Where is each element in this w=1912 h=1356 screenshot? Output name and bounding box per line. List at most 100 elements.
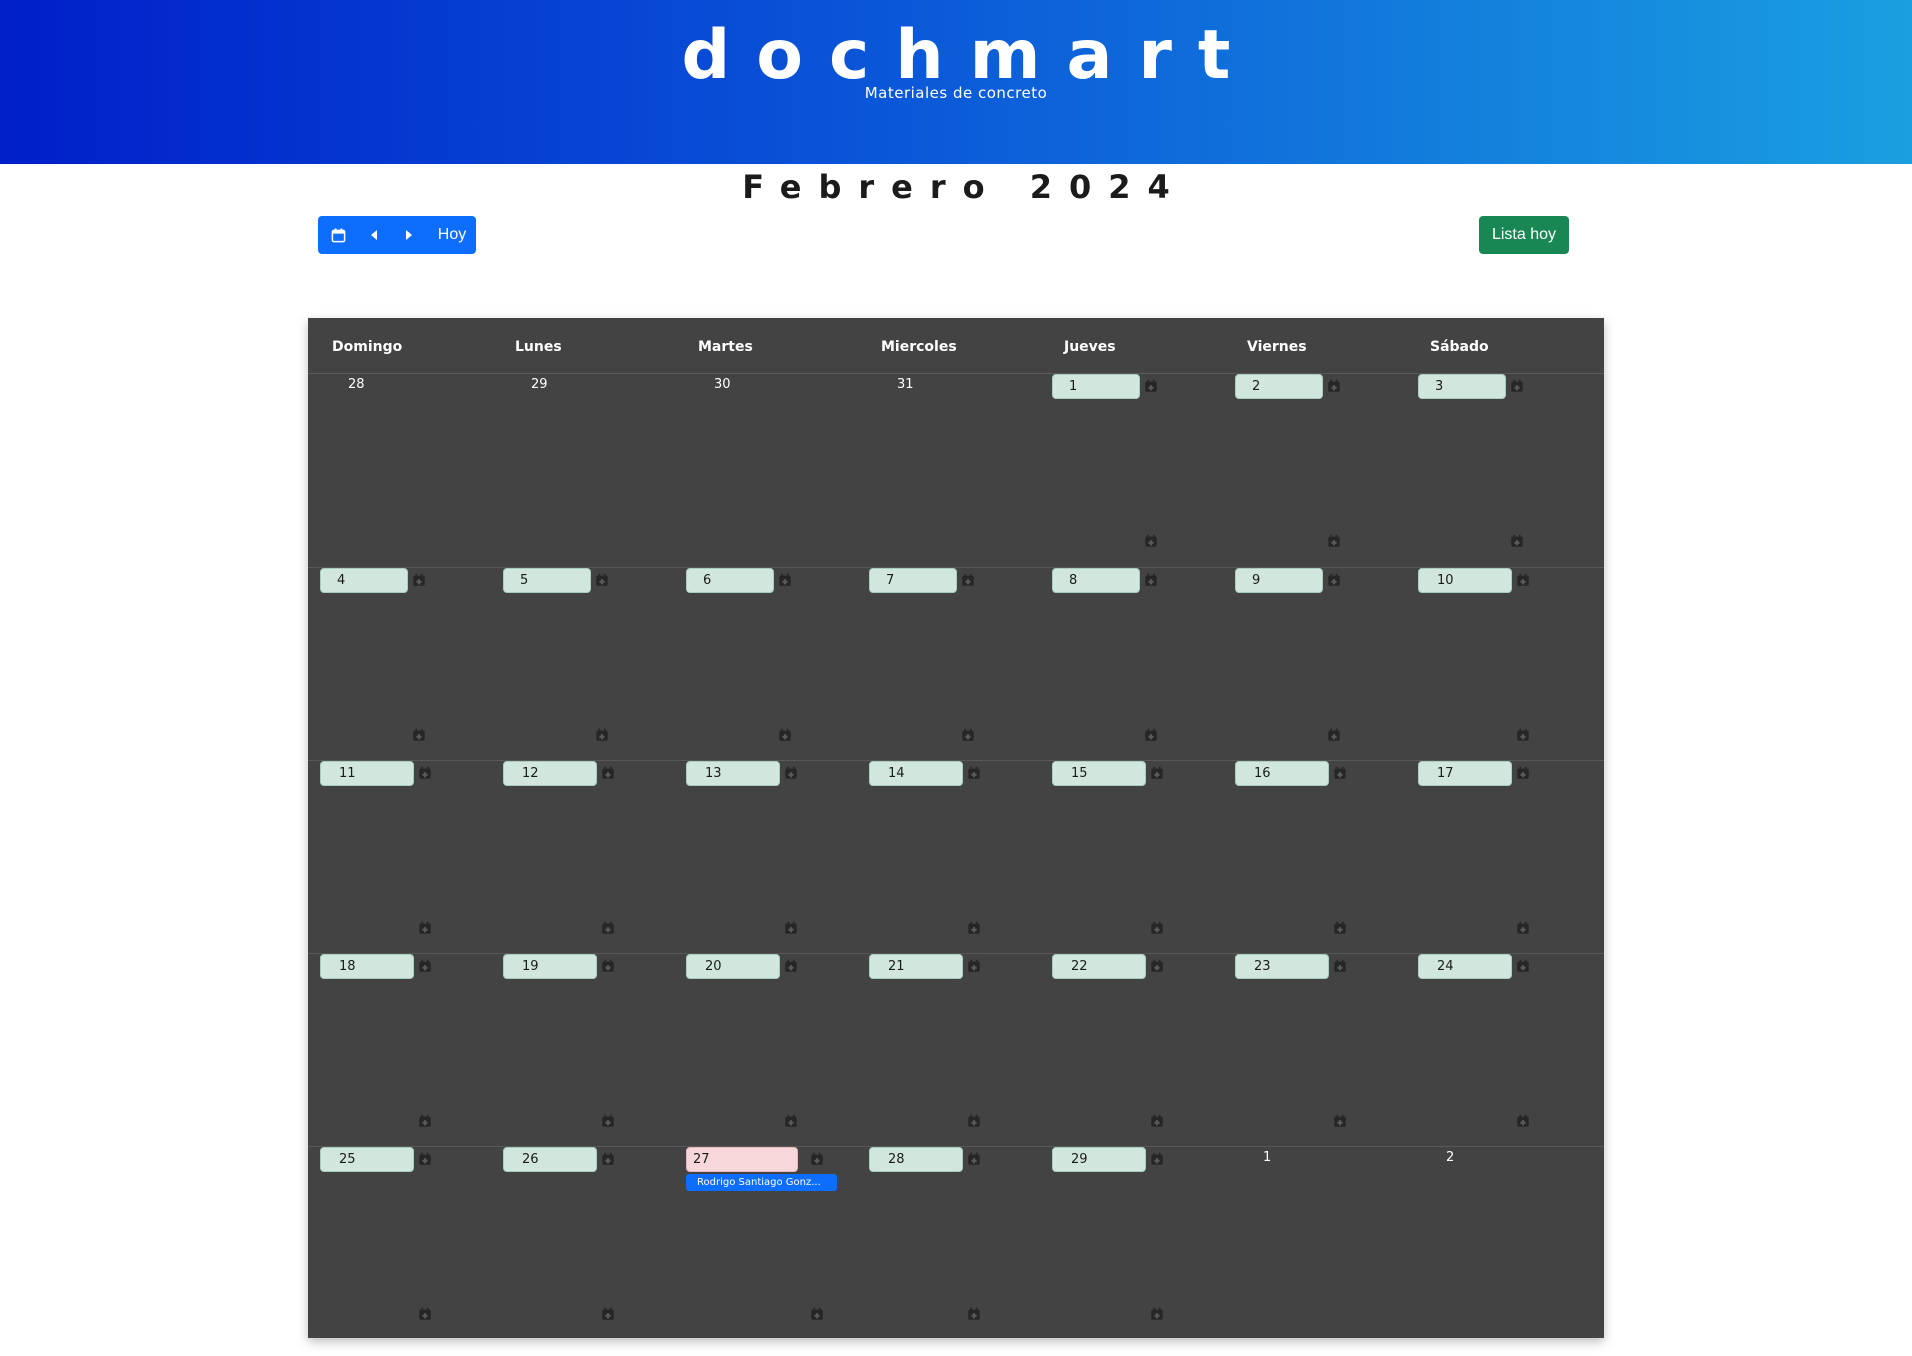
add-event-icon[interactable] [810,1152,824,1166]
day-number[interactable]: 17 [1418,761,1512,786]
day-number[interactable]: 6 [686,568,774,593]
day-number[interactable]: 26 [503,1147,597,1172]
day-number[interactable]: 29 [1052,1147,1146,1172]
add-event-icon[interactable] [1327,379,1341,393]
add-event-icon[interactable] [967,1114,981,1128]
day-cell[interactable]: 21 [857,954,1040,1147]
add-event-icon[interactable] [1510,534,1524,548]
day-cell[interactable]: 3 [1406,374,1589,567]
add-event-icon[interactable] [1150,921,1164,935]
add-event-icon[interactable] [810,1307,824,1321]
day-number[interactable]: 19 [503,954,597,979]
day-cell[interactable]: 24 [1406,954,1589,1147]
day-cell[interactable]: 13 [674,761,857,954]
day-number[interactable]: 15 [1052,761,1146,786]
day-number[interactable]: 25 [320,1147,414,1172]
add-event-icon[interactable] [1327,728,1341,742]
day-number[interactable]: 23 [1235,954,1329,979]
add-event-icon[interactable] [418,766,432,780]
add-event-icon[interactable] [418,1307,432,1321]
add-event-icon[interactable] [967,921,981,935]
day-number[interactable]: 3 [1418,374,1506,399]
lista-hoy-button[interactable]: Lista hoy [1479,216,1569,254]
add-event-icon[interactable] [1516,728,1530,742]
add-event-icon[interactable] [1144,534,1158,548]
day-cell[interactable]: 8 [1040,568,1223,761]
add-event-icon[interactable] [1150,1114,1164,1128]
add-event-icon[interactable] [601,766,615,780]
add-event-icon[interactable] [1516,573,1530,587]
add-event-icon[interactable] [1144,728,1158,742]
add-event-icon[interactable] [1144,379,1158,393]
day-number[interactable]: 9 [1235,568,1323,593]
add-event-icon[interactable] [778,728,792,742]
add-event-icon[interactable] [1144,573,1158,587]
add-event-icon[interactable] [784,921,798,935]
day-cell[interactable]: 16 [1223,761,1406,954]
day-cell[interactable]: 10 [1406,568,1589,761]
day-cell[interactable]: 1 [1223,1147,1406,1340]
add-event-icon[interactable] [601,959,615,973]
day-cell[interactable]: 14 [857,761,1040,954]
add-event-icon[interactable] [595,728,609,742]
add-event-icon[interactable] [778,573,792,587]
day-number[interactable]: 12 [503,761,597,786]
day-cell[interactable]: 28 [857,1147,1040,1340]
day-number[interactable]: 21 [869,954,963,979]
day-number[interactable]: 11 [320,761,414,786]
add-event-icon[interactable] [1150,1152,1164,1166]
day-cell[interactable]: 29 [1040,1147,1223,1340]
day-number[interactable]: 4 [320,568,408,593]
day-cell[interactable]: 19 [491,954,674,1147]
add-event-icon[interactable] [1516,766,1530,780]
add-event-icon[interactable] [1150,766,1164,780]
day-cell[interactable]: 30 [674,374,857,567]
day-cell[interactable]: 29 [491,374,674,567]
day-number[interactable]: 10 [1418,568,1512,593]
day-number[interactable]: 1 [1052,374,1140,399]
day-cell[interactable]: 6 [674,568,857,761]
day-number[interactable]: 14 [869,761,963,786]
add-event-icon[interactable] [601,1307,615,1321]
day-cell[interactable]: 5 [491,568,674,761]
day-number[interactable]: 7 [869,568,957,593]
day-number[interactable]: 24 [1418,954,1512,979]
today-day-number[interactable]: 27 [686,1147,798,1172]
add-event-icon[interactable] [961,573,975,587]
day-cell[interactable]: 17 [1406,761,1589,954]
day-cell[interactable]: 9 [1223,568,1406,761]
add-event-icon[interactable] [1510,379,1524,393]
add-event-icon[interactable] [967,959,981,973]
today-button[interactable]: Hoy [428,216,476,254]
day-cell[interactable]: 11 [308,761,491,954]
calendar-picker-button[interactable] [318,216,358,254]
add-event-icon[interactable] [418,1114,432,1128]
day-cell[interactable]: 23 [1223,954,1406,1147]
day-cell[interactable]: 27 Rodrigo Santiago Gonz... [674,1147,857,1340]
add-event-icon[interactable] [784,766,798,780]
day-cell[interactable]: 31 [857,374,1040,567]
add-event-icon[interactable] [1516,959,1530,973]
add-event-icon[interactable] [784,1114,798,1128]
add-event-icon[interactable] [601,1114,615,1128]
next-month-button[interactable] [390,216,428,254]
add-event-icon[interactable] [412,728,426,742]
day-number[interactable]: 8 [1052,568,1140,593]
add-event-icon[interactable] [601,921,615,935]
day-number[interactable]: 28 [869,1147,963,1172]
day-cell[interactable]: 1 [1040,374,1223,567]
add-event-icon[interactable] [1516,1114,1530,1128]
day-cell[interactable]: 22 [1040,954,1223,1147]
add-event-icon[interactable] [1150,1307,1164,1321]
day-cell[interactable]: 20 [674,954,857,1147]
add-event-icon[interactable] [418,959,432,973]
add-event-icon[interactable] [1327,573,1341,587]
add-event-icon[interactable] [1327,534,1341,548]
add-event-icon[interactable] [412,573,426,587]
add-event-icon[interactable] [1333,959,1347,973]
prev-month-button[interactable] [358,216,390,254]
add-event-icon[interactable] [595,573,609,587]
day-cell[interactable]: 7 [857,568,1040,761]
add-event-icon[interactable] [1333,1114,1347,1128]
day-cell[interactable]: 25 [308,1147,491,1340]
